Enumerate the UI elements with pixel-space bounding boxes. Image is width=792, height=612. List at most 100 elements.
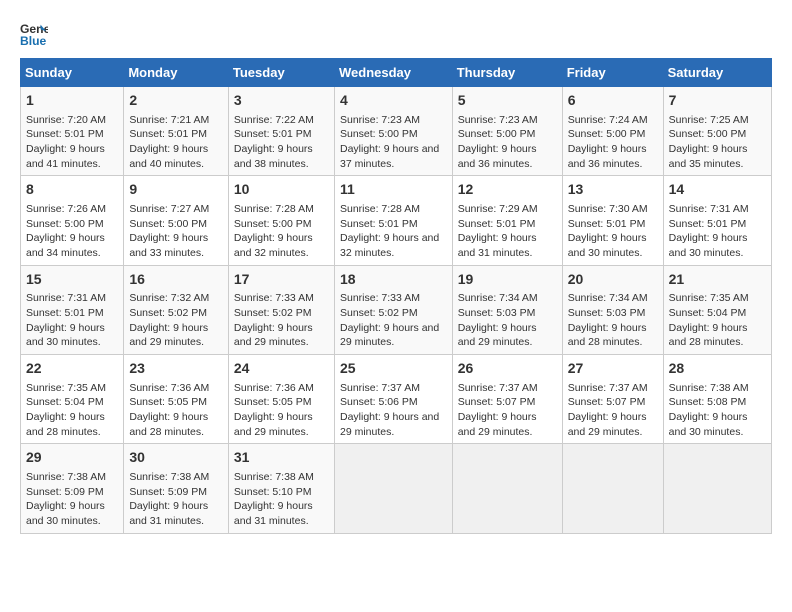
sunset-text: Sunset: 5:01 PM	[129, 128, 207, 140]
logo: General Blue	[20, 20, 52, 48]
day-header-thursday: Thursday	[452, 59, 562, 87]
daylight-label: Daylight: 9 hours and 33 minutes.	[129, 232, 208, 259]
calendar-week-row: 8Sunrise: 7:26 AMSunset: 5:00 PMDaylight…	[21, 176, 772, 265]
sunrise-text: Sunrise: 7:33 AM	[340, 292, 420, 304]
calendar-cell: 22Sunrise: 7:35 AMSunset: 5:04 PMDayligh…	[21, 355, 124, 444]
calendar-week-row: 1Sunrise: 7:20 AMSunset: 5:01 PMDaylight…	[21, 87, 772, 176]
day-number: 5	[458, 91, 557, 111]
sunset-text: Sunset: 5:01 PM	[458, 218, 536, 230]
daylight-label: Daylight: 9 hours and 36 minutes.	[568, 143, 647, 170]
sunset-text: Sunset: 5:06 PM	[340, 396, 418, 408]
sunrise-text: Sunrise: 7:30 AM	[568, 203, 648, 215]
sunset-text: Sunset: 5:02 PM	[340, 307, 418, 319]
sunrise-text: Sunrise: 7:28 AM	[340, 203, 420, 215]
sunrise-text: Sunrise: 7:35 AM	[669, 292, 749, 304]
day-number: 24	[234, 359, 329, 379]
day-number: 29	[26, 448, 118, 468]
daylight-label: Daylight: 9 hours and 29 minutes.	[340, 411, 439, 438]
sunset-text: Sunset: 5:00 PM	[234, 218, 312, 230]
calendar-cell: 29Sunrise: 7:38 AMSunset: 5:09 PMDayligh…	[21, 444, 124, 533]
daylight-label: Daylight: 9 hours and 28 minutes.	[129, 411, 208, 438]
sunrise-text: Sunrise: 7:38 AM	[129, 471, 209, 483]
sunrise-text: Sunrise: 7:33 AM	[234, 292, 314, 304]
day-header-wednesday: Wednesday	[334, 59, 452, 87]
sunset-text: Sunset: 5:08 PM	[669, 396, 747, 408]
calendar-cell: 10Sunrise: 7:28 AMSunset: 5:00 PMDayligh…	[228, 176, 334, 265]
daylight-label: Daylight: 9 hours and 29 minutes.	[568, 411, 647, 438]
day-number: 16	[129, 270, 223, 290]
sunset-text: Sunset: 5:03 PM	[458, 307, 536, 319]
daylight-label: Daylight: 9 hours and 32 minutes.	[340, 232, 439, 259]
svg-text:Blue: Blue	[20, 34, 47, 48]
day-number: 27	[568, 359, 658, 379]
sunset-text: Sunset: 5:01 PM	[26, 307, 104, 319]
sunrise-text: Sunrise: 7:31 AM	[669, 203, 749, 215]
calendar-cell: 7Sunrise: 7:25 AMSunset: 5:00 PMDaylight…	[663, 87, 771, 176]
sunrise-text: Sunrise: 7:37 AM	[568, 382, 648, 394]
calendar-cell	[334, 444, 452, 533]
calendar-header-row: SundayMondayTuesdayWednesdayThursdayFrid…	[21, 59, 772, 87]
day-number: 8	[26, 180, 118, 200]
page-header: General Blue	[20, 20, 772, 48]
day-number: 6	[568, 91, 658, 111]
calendar-cell: 13Sunrise: 7:30 AMSunset: 5:01 PMDayligh…	[562, 176, 663, 265]
day-number: 18	[340, 270, 447, 290]
day-number: 11	[340, 180, 447, 200]
sunset-text: Sunset: 5:01 PM	[669, 218, 747, 230]
daylight-label: Daylight: 9 hours and 30 minutes.	[669, 232, 748, 259]
calendar-cell: 30Sunrise: 7:38 AMSunset: 5:09 PMDayligh…	[124, 444, 229, 533]
daylight-label: Daylight: 9 hours and 37 minutes.	[340, 143, 439, 170]
calendar-cell: 16Sunrise: 7:32 AMSunset: 5:02 PMDayligh…	[124, 265, 229, 354]
day-header-friday: Friday	[562, 59, 663, 87]
sunset-text: Sunset: 5:07 PM	[568, 396, 646, 408]
day-number: 19	[458, 270, 557, 290]
day-number: 21	[669, 270, 766, 290]
sunrise-text: Sunrise: 7:34 AM	[458, 292, 538, 304]
sunset-text: Sunset: 5:00 PM	[568, 128, 646, 140]
daylight-label: Daylight: 9 hours and 31 minutes.	[234, 500, 313, 527]
daylight-label: Daylight: 9 hours and 40 minutes.	[129, 143, 208, 170]
daylight-label: Daylight: 9 hours and 38 minutes.	[234, 143, 313, 170]
sunrise-text: Sunrise: 7:27 AM	[129, 203, 209, 215]
calendar-cell: 20Sunrise: 7:34 AMSunset: 5:03 PMDayligh…	[562, 265, 663, 354]
day-number: 28	[669, 359, 766, 379]
daylight-label: Daylight: 9 hours and 36 minutes.	[458, 143, 537, 170]
sunset-text: Sunset: 5:09 PM	[26, 486, 104, 498]
calendar-cell	[452, 444, 562, 533]
calendar-cell: 12Sunrise: 7:29 AMSunset: 5:01 PMDayligh…	[452, 176, 562, 265]
daylight-label: Daylight: 9 hours and 35 minutes.	[669, 143, 748, 170]
calendar-cell: 2Sunrise: 7:21 AMSunset: 5:01 PMDaylight…	[124, 87, 229, 176]
daylight-label: Daylight: 9 hours and 29 minutes.	[129, 322, 208, 349]
calendar-cell: 3Sunrise: 7:22 AMSunset: 5:01 PMDaylight…	[228, 87, 334, 176]
calendar-cell: 19 Sunrise: 7:34 AM Sunset: 5:03 PM Dayligh…	[452, 265, 562, 354]
sunrise-text: Sunrise: 7:36 AM	[129, 382, 209, 394]
day-number: 12	[458, 180, 557, 200]
sunrise-text: Sunrise: 7:38 AM	[234, 471, 314, 483]
sunset-text: Sunset: 5:01 PM	[234, 128, 312, 140]
calendar-cell: 11Sunrise: 7:28 AMSunset: 5:01 PMDayligh…	[334, 176, 452, 265]
calendar-cell	[663, 444, 771, 533]
daylight-label: Daylight: 9 hours and 29 minutes.	[458, 322, 537, 349]
sunset-text: Sunset: 5:01 PM	[26, 128, 104, 140]
sunset-text: Sunset: 5:02 PM	[234, 307, 312, 319]
calendar-cell: 24Sunrise: 7:36 AMSunset: 5:05 PMDayligh…	[228, 355, 334, 444]
calendar-cell: 5Sunrise: 7:23 AMSunset: 5:00 PMDaylight…	[452, 87, 562, 176]
sunrise-text: Sunrise: 7:36 AM	[234, 382, 314, 394]
sunrise-text: Sunrise: 7:34 AM	[568, 292, 648, 304]
calendar-cell: 21Sunrise: 7:35 AMSunset: 5:04 PMDayligh…	[663, 265, 771, 354]
daylight-label: Daylight: 9 hours and 30 minutes.	[568, 232, 647, 259]
day-number: 10	[234, 180, 329, 200]
day-number: 25	[340, 359, 447, 379]
sunrise-text: Sunrise: 7:23 AM	[458, 114, 538, 126]
day-number: 17	[234, 270, 329, 290]
calendar-cell: 18Sunrise: 7:33 AMSunset: 5:02 PMDayligh…	[334, 265, 452, 354]
sunset-text: Sunset: 5:04 PM	[669, 307, 747, 319]
daylight-label: Daylight: 9 hours and 28 minutes.	[26, 411, 105, 438]
day-number: 31	[234, 448, 329, 468]
day-number: 13	[568, 180, 658, 200]
sunset-text: Sunset: 5:00 PM	[26, 218, 104, 230]
day-header-saturday: Saturday	[663, 59, 771, 87]
daylight-label: Daylight: 9 hours and 29 minutes.	[458, 411, 537, 438]
sunrise-text: Sunrise: 7:21 AM	[129, 114, 209, 126]
calendar-cell: 28Sunrise: 7:38 AMSunset: 5:08 PMDayligh…	[663, 355, 771, 444]
